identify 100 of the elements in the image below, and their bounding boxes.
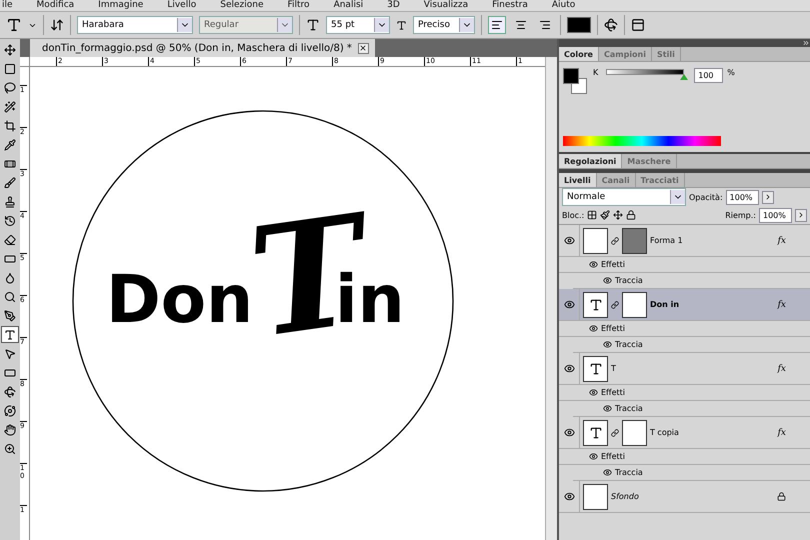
eye-icon[interactable] [564, 491, 574, 502]
effect-name: Traccia [615, 404, 643, 413]
marquee-icon [4, 62, 16, 74]
text-orientation-icon[interactable] [50, 18, 64, 32]
blend-mode-dropdown[interactable]: Normale [562, 188, 686, 206]
lock-transparency-icon[interactable] [587, 210, 598, 220]
color-swatches[interactable] [563, 68, 589, 94]
effect-row[interactable]: Traccia [573, 465, 810, 481]
eye-icon[interactable] [589, 324, 598, 333]
panel-tab[interactable]: Regolazioni [559, 154, 622, 168]
align-center-icon [515, 19, 527, 31]
effect-name: Effetti [601, 388, 625, 397]
eye-icon[interactable] [603, 340, 612, 349]
warp-text-icon[interactable] [604, 18, 618, 32]
font-size-dropdown[interactable]: 55 pt [326, 16, 390, 34]
color-spectrum[interactable] [563, 136, 721, 146]
effect-row[interactable]: Effetti [559, 385, 810, 401]
value-field[interactable]: 100 [694, 68, 724, 83]
type-tool-button[interactable] [1, 326, 19, 343]
close-button[interactable] [358, 42, 369, 54]
effect-name: Traccia [615, 468, 643, 477]
fill-field[interactable]: 100% [759, 208, 792, 222]
crop-icon [4, 120, 16, 132]
lock-icon [777, 492, 786, 501]
bandage-icon [4, 158, 16, 170]
menu-item[interactable]: Modifica [36, 0, 74, 11]
eye-icon[interactable] [603, 276, 612, 285]
lock-pixels-icon[interactable] [600, 210, 610, 220]
menu-item[interactable]: Analisi [334, 0, 364, 11]
eye-icon[interactable] [564, 363, 574, 374]
menu-item[interactable]: Aiuto [552, 0, 576, 11]
vertical-scrollbar[interactable] [545, 57, 557, 540]
fill-arrow-button[interactable] [795, 208, 807, 222]
eye-icon[interactable] [564, 299, 574, 310]
type-icon [588, 426, 602, 440]
layer-row[interactable]: Don in fx [559, 289, 810, 321]
eye-icon[interactable] [603, 468, 612, 477]
eyedropper-icon [4, 138, 16, 150]
shape-thumbnail [583, 228, 608, 254]
panel-tab[interactable]: Colore [559, 47, 599, 61]
eye-icon[interactable] [589, 452, 598, 461]
effect-name: Traccia [615, 276, 643, 285]
effect-row[interactable]: Effetti [559, 321, 810, 337]
menu-item[interactable]: Immagine [98, 0, 144, 11]
menu-item[interactable]: Livello [167, 0, 196, 11]
layer-name: T copia [650, 428, 680, 437]
opacity-arrow-button[interactable] [762, 190, 774, 204]
collapse-icon[interactable] [802, 39, 810, 47]
stamp-icon [4, 196, 16, 208]
layer-name: T [611, 364, 617, 373]
eye-icon[interactable] [603, 404, 612, 413]
menu-item[interactable]: Filtro [288, 0, 310, 11]
eraser-icon [4, 234, 16, 246]
layer-name: Sfondo [611, 492, 640, 501]
eye-icon[interactable] [564, 427, 574, 438]
font-family-dropdown[interactable]: Harabara [77, 16, 193, 34]
type-tool-icon[interactable] [6, 17, 22, 33]
hand-icon [4, 424, 16, 436]
effect-row[interactable]: Traccia [573, 337, 810, 353]
type-icon [588, 298, 602, 312]
align-left-button[interactable] [488, 16, 506, 34]
effect-name: Effetti [601, 324, 625, 333]
fx-label: fx [778, 236, 786, 246]
droplet-icon [4, 272, 16, 284]
fx-label: fx [778, 300, 786, 310]
layer-row[interactable]: T copia fx [559, 417, 810, 449]
menu-item[interactable]: Selezione [220, 0, 264, 11]
mask-thumbnail [622, 228, 647, 254]
document-tab[interactable]: donTin_formaggio.psd @ 50% (Don in, Maschera di livello/8) * [30, 39, 375, 57]
menu-item[interactable]: 3D [387, 0, 400, 11]
zoom-icon [4, 442, 16, 454]
lock-all-icon[interactable] [626, 210, 636, 220]
antialias-dropdown[interactable]: Preciso [413, 16, 475, 34]
effect-row[interactable]: Effetti [559, 257, 810, 273]
mask-thumbnail [622, 292, 647, 318]
menu-item[interactable]: ile [2, 0, 13, 11]
eye-icon[interactable] [589, 388, 598, 397]
effect-row[interactable]: Traccia [573, 401, 810, 417]
slider-thumb[interactable] [680, 74, 688, 80]
layer-thumbnail [583, 484, 608, 510]
lock-position-icon[interactable] [613, 210, 624, 220]
lock-label: Bloc.: [562, 210, 584, 220]
layer-row[interactable]: Sfondo [559, 481, 810, 513]
menu-item[interactable]: Finestra [492, 0, 528, 11]
eye-icon[interactable] [564, 235, 574, 246]
layer-row[interactable]: T fx [559, 353, 810, 385]
effect-row[interactable]: Effetti [559, 449, 810, 465]
effect-name: Effetti [601, 452, 625, 461]
menu-item[interactable]: Visualizza [424, 0, 468, 11]
opacity-field[interactable]: 100% [726, 190, 759, 204]
align-left-icon [491, 19, 503, 31]
type-icon [4, 328, 16, 340]
font-size-icon [306, 18, 320, 32]
layer-row[interactable]: Forma 1 fx [559, 225, 810, 257]
text-color-swatch[interactable] [567, 17, 591, 33]
panel-icon[interactable] [631, 18, 645, 32]
type-icon [588, 362, 602, 376]
panel-tab[interactable]: Livelli [559, 173, 597, 187]
unit-label: % [727, 68, 735, 78]
eye-icon[interactable] [589, 260, 598, 269]
